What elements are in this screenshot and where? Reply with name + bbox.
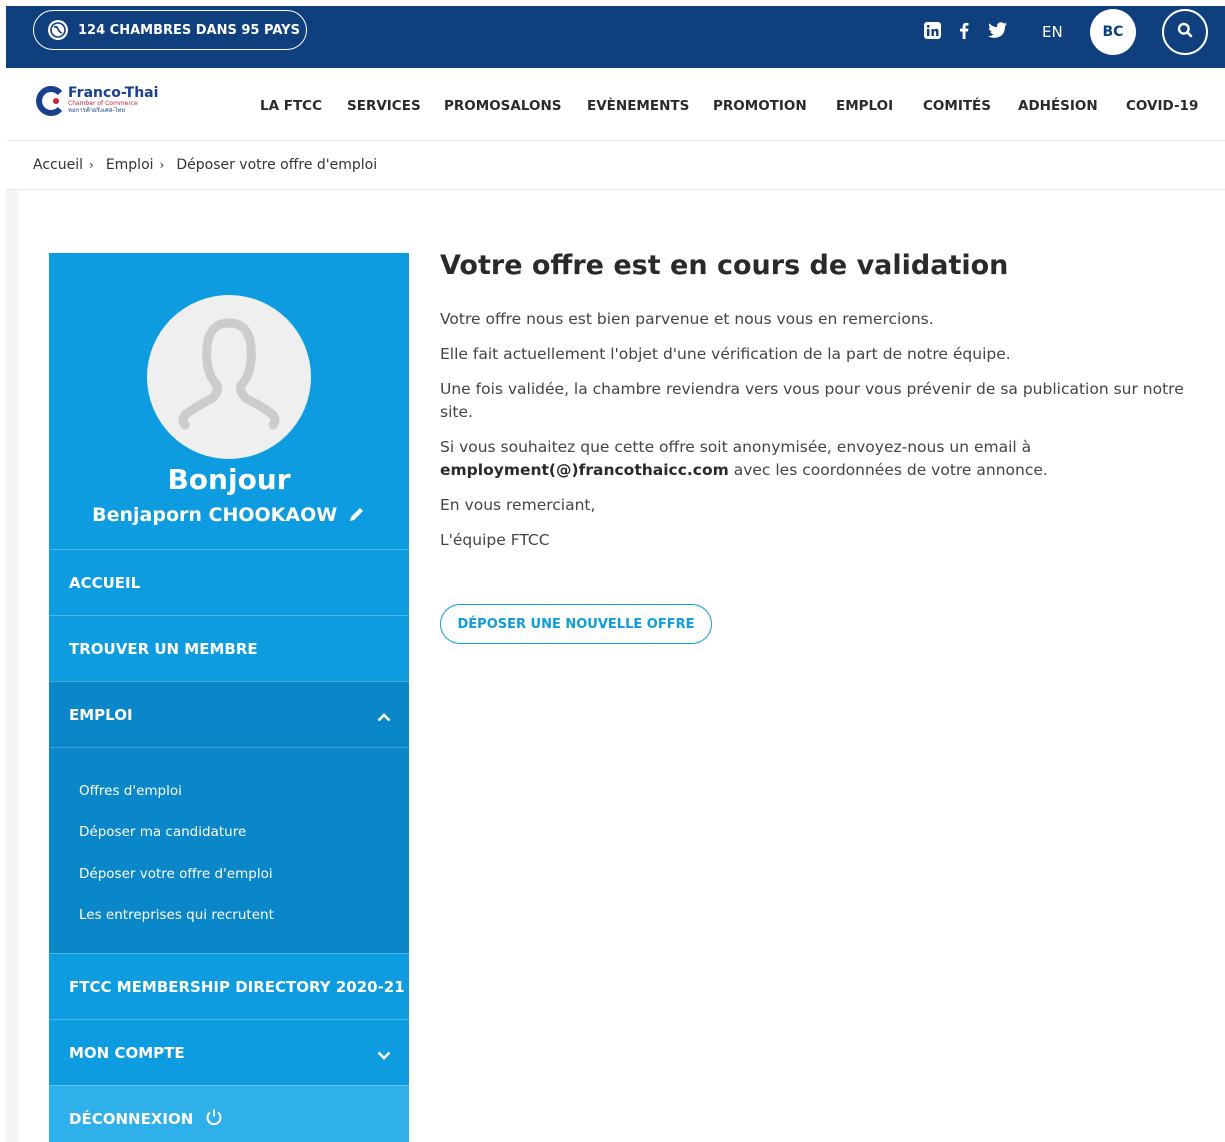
search-button[interactable] <box>1162 9 1208 55</box>
sidebar-item-mon-compte[interactable]: MON COMPTE <box>49 1019 409 1085</box>
main-content: Votre offre est en cours de validation V… <box>440 250 1200 644</box>
nav-promosalons[interactable]: PROMOSALONS <box>444 98 561 114</box>
submenu-offres-emploi[interactable]: Offres d'emploi <box>49 770 409 812</box>
chevron-right-icon: › <box>159 158 165 172</box>
nav-promotion[interactable]: PROMOTION <box>713 98 807 114</box>
account-sidebar: Bonjour Benjaporn CHOOKAOW ACCUEIL TROUV… <box>49 253 409 1142</box>
new-offer-button[interactable]: DÉPOSER UNE NOUVELLE OFFRE <box>440 604 712 644</box>
twitter-icon[interactable] <box>988 22 1007 42</box>
paragraph-received: Votre offre nous est bien parvenue et no… <box>440 310 934 328</box>
sidebar-item-logout[interactable]: DÉCONNEXION <box>49 1085 409 1142</box>
chevron-down-icon <box>377 1046 391 1064</box>
logo-thai: หอการค้าฝรั่งเศส-ไทย <box>68 107 126 114</box>
sidebar-item-accueil[interactable]: ACCUEIL <box>49 549 409 615</box>
paragraph-anonymize: Si vous souhaitez que cette offre soit a… <box>440 436 1200 482</box>
username-text: Benjaporn CHOOKAOW <box>92 504 338 526</box>
power-icon <box>205 1108 223 1130</box>
linkedin-icon[interactable] <box>924 22 941 43</box>
avatar <box>147 295 311 459</box>
facebook-icon[interactable] <box>959 22 969 43</box>
top-bar: 124 CHAMBRES DANS 95 PAYS EN BC <box>6 6 1225 68</box>
edit-pencil-icon[interactable] <box>344 504 366 526</box>
nav-emploi[interactable]: EMPLOI <box>836 98 893 114</box>
submenu-deposer-offre[interactable]: Déposer votre offre d'emploi <box>49 853 409 895</box>
breadcrumb-current: Déposer votre offre d'emploi <box>176 157 378 173</box>
breadcrumb-accueil[interactable]: Accueil <box>33 157 83 173</box>
chambers-label: 124 CHAMBRES DANS 95 PAYS <box>78 22 300 38</box>
nav-comites[interactable]: COMITÉS <box>923 98 991 114</box>
paragraph-publication: Une fois validée, la chambre reviendra v… <box>440 380 1184 421</box>
anonymize-text-end: avec les coordonnées de votre annonce. <box>728 461 1048 479</box>
nav-covid[interactable]: COVID-19 <box>1126 98 1198 114</box>
paragraph-thanks: En vous remerciant, <box>440 496 596 514</box>
emploi-submenu: Offres d'emploi Déposer ma candidature D… <box>49 747 409 953</box>
chevron-right-icon: › <box>89 158 94 172</box>
page-title: Votre offre est en cours de validation <box>440 250 1009 281</box>
breadcrumb-emploi[interactable]: Emploi <box>106 157 154 173</box>
chevron-up-icon <box>377 708 391 726</box>
chambers-button[interactable]: 124 CHAMBRES DANS 95 PAYS <box>33 10 307 50</box>
language-switch[interactable]: EN <box>1042 23 1063 41</box>
username: Benjaporn CHOOKAOW <box>49 504 409 526</box>
user-avatar-button[interactable]: BC <box>1090 9 1136 55</box>
search-icon <box>1177 22 1193 42</box>
submenu-entreprises-recrutent[interactable]: Les entreprises qui recrutent <box>49 895 409 937</box>
nav-evenements[interactable]: EVÈNEMENTS <box>587 98 689 114</box>
page-margin <box>6 190 18 1142</box>
sidebar-item-trouver-membre[interactable]: TROUVER UN MEMBRE <box>49 615 409 681</box>
paragraph-verification: Elle fait actuellement l'objet d'une vér… <box>440 345 1011 363</box>
breadcrumb: Accueil › Emploi › Déposer votre offre d… <box>6 141 1225 190</box>
sidebar-item-label: EMPLOI <box>69 705 133 724</box>
contact-email[interactable]: employment(@)francothaicc.com <box>440 461 729 479</box>
submenu-deposer-candidature[interactable]: Déposer ma candidature <box>49 812 409 854</box>
greeting: Bonjour <box>167 463 291 496</box>
logo-subtitle: Chamber of Commerce <box>68 100 138 107</box>
main-navigation: Franco-Thai Chamber of Commerce หอการค้า… <box>6 68 1225 141</box>
ftcc-logo[interactable]: Franco-Thai Chamber of Commerce หอการค้า… <box>34 86 158 116</box>
nav-services[interactable]: SERVICES <box>347 98 421 114</box>
nav-adhesion[interactable]: ADHÉSION <box>1018 98 1098 114</box>
ftcc-logo-icon <box>34 86 64 116</box>
logo-name: Franco-Thai <box>68 85 159 101</box>
globe-icon <box>48 20 68 40</box>
anonymize-text: Si vous souhaitez que cette offre soit a… <box>440 438 1032 456</box>
sidebar-item-label: DÉCONNEXION <box>69 1109 194 1128</box>
user-silhouette-icon <box>178 318 280 430</box>
sidebar-item-directory[interactable]: FTCC MEMBERSHIP DIRECTORY 2020-21 <box>49 953 409 1019</box>
paragraph-signature: L'équipe FTCC <box>440 531 550 549</box>
sidebar-item-emploi[interactable]: EMPLOI <box>49 681 409 747</box>
sidebar-item-label: MON COMPTE <box>69 1043 185 1062</box>
nav-la-ftcc[interactable]: LA FTCC <box>260 98 322 114</box>
profile-card: Bonjour Benjaporn CHOOKAOW <box>49 253 409 549</box>
